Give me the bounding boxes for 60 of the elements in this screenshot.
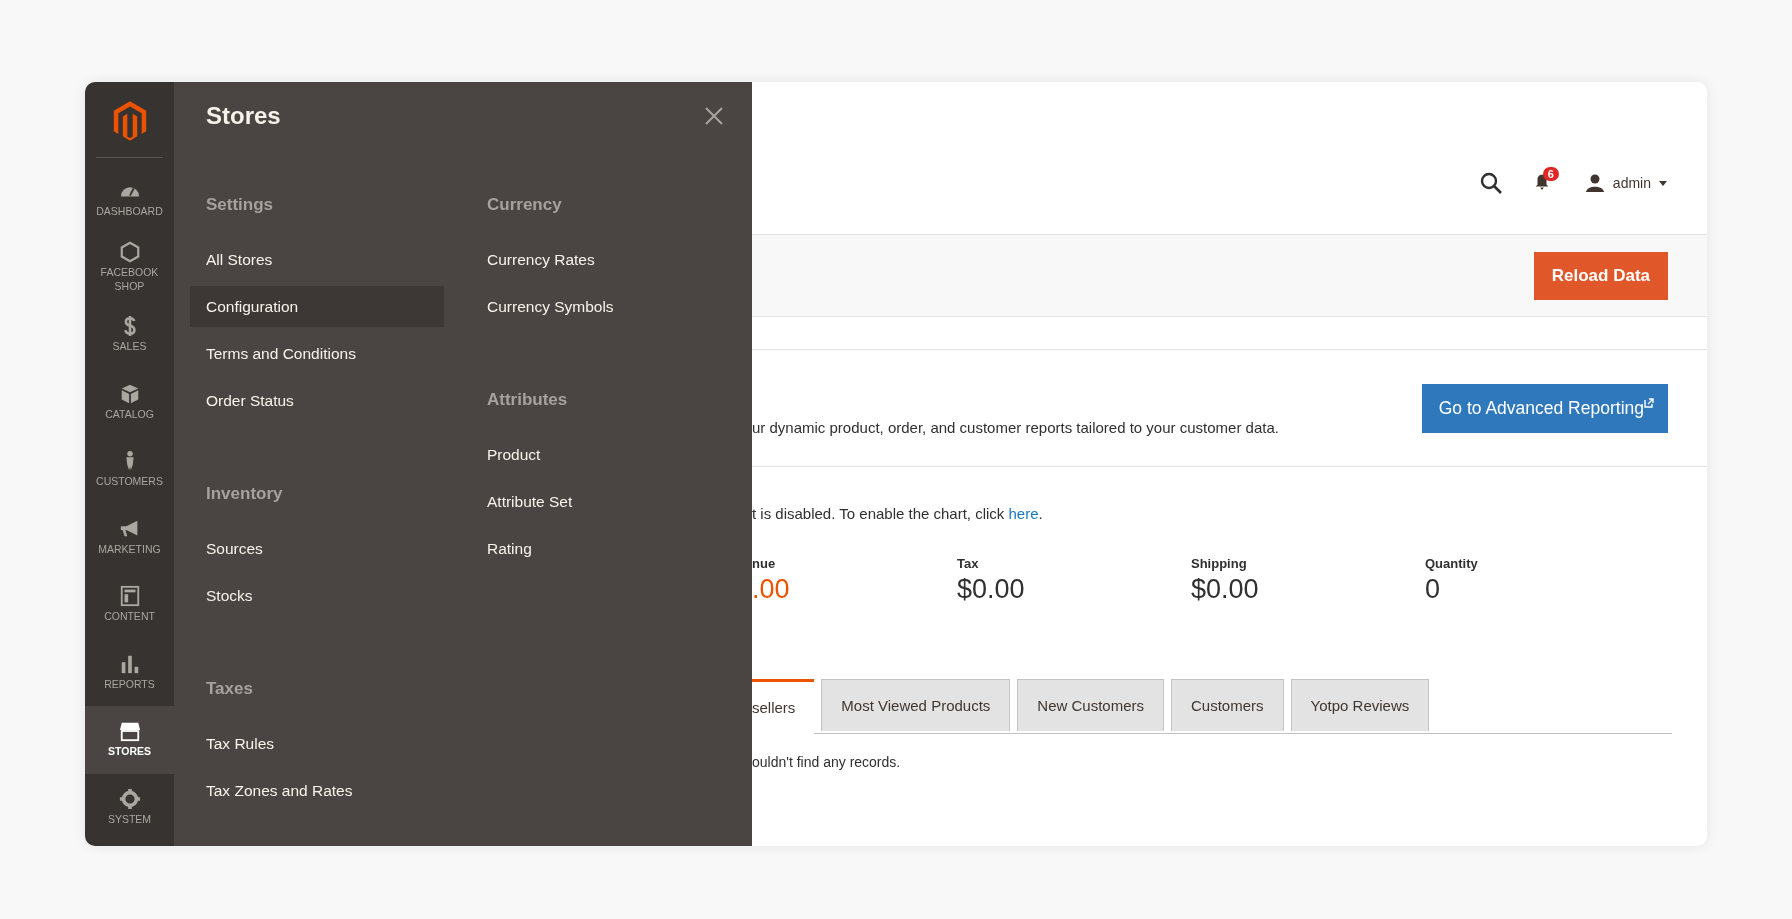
menu-item[interactable]: Attribute Set (471, 481, 731, 522)
menu-section-heading: Taxes (205, 678, 254, 700)
sidebar-item[interactable]: CONTENT (85, 571, 174, 639)
enable-chart-link[interactable]: here (1008, 505, 1039, 522)
menu-section-heading: Attributes (486, 389, 569, 411)
external-link-icon (1644, 398, 1654, 408)
logo-icon (111, 100, 148, 142)
user-menu[interactable]: admin (1584, 173, 1667, 193)
stat-label: Quantity (1425, 556, 1479, 571)
menu-item[interactable]: Configuration (190, 286, 444, 327)
sidebar-item[interactable]: REPORTS (85, 638, 174, 706)
hexagon-icon (118, 241, 141, 264)
sidebar-item[interactable]: STORES (85, 706, 174, 774)
sidebar-item[interactable]: SYSTEM (85, 773, 174, 841)
gear-icon (118, 787, 141, 810)
menu-item[interactable]: Terms and Conditions (190, 333, 444, 374)
stat-value: .00 (752, 574, 791, 605)
layout-icon (118, 585, 141, 608)
close-icon[interactable] (704, 106, 724, 126)
menu-item[interactable]: Stocks (190, 575, 444, 616)
menu-item[interactable]: All Stores (190, 239, 444, 280)
caret-icon (1659, 180, 1667, 186)
chart-notice: t is disabled. To enable the chart, click here. (752, 505, 1044, 522)
menu-item[interactable]: Currency Symbols (471, 286, 731, 327)
reload-data-button[interactable]: Reload Data (1533, 251, 1668, 300)
menu-item[interactable]: Tax Zones and Rates (190, 770, 444, 811)
menu-item[interactable]: Rating (471, 528, 731, 569)
sidebar-item[interactable]: CUSTOMERS (85, 436, 174, 504)
menu-item[interactable]: Product (471, 434, 731, 475)
menu-title: Stores (206, 102, 281, 130)
stat-value: $0.00 (957, 574, 1026, 605)
menu-item[interactable]: Order Status (190, 380, 444, 421)
advanced-reporting-button[interactable]: Go to Advanced Reporting (1421, 383, 1668, 433)
stat-label: Tax (957, 556, 980, 571)
sidebar-item[interactable]: CATALOG (85, 368, 174, 436)
search-icon[interactable] (1478, 171, 1503, 195)
tab[interactable]: Most Viewed Products (821, 679, 1011, 731)
user-icon (1584, 173, 1605, 193)
sidebar-item[interactable]: MARKETING (85, 503, 174, 571)
menu-section-heading: Settings (205, 194, 275, 216)
store-icon (118, 720, 141, 743)
menu-section-heading: Inventory (205, 483, 284, 505)
description-text: ur dynamic product, order, and customer reports tailored to your customer data. (752, 418, 1279, 436)
stat-label: Shipping (1191, 556, 1248, 571)
menu-item[interactable]: Sources (190, 528, 444, 569)
empty-message: ouldn't find any records. (752, 754, 902, 770)
stat-value: 0 (1425, 574, 1442, 605)
menu-section-heading: Currency (486, 194, 563, 216)
sidebar-item[interactable]: SALES (85, 301, 174, 369)
notification-count: 6 (1542, 167, 1559, 181)
stat-label: nue (752, 556, 777, 571)
tab[interactable]: Yotpo Reviews (1290, 679, 1430, 731)
tab[interactable]: New Customers (1017, 679, 1165, 731)
tab[interactable]: Customers (1171, 679, 1284, 731)
sidebar-item[interactable]: FACEBOOK SHOP (85, 233, 174, 301)
stat-value: $0.00 (1191, 574, 1260, 605)
tab[interactable]: sellers (752, 679, 815, 734)
sidebar-item[interactable]: DASHBOARD (85, 166, 174, 234)
menu-item[interactable]: Tax Rules (190, 723, 444, 764)
menu-item[interactable]: Currency Rates (471, 239, 731, 280)
